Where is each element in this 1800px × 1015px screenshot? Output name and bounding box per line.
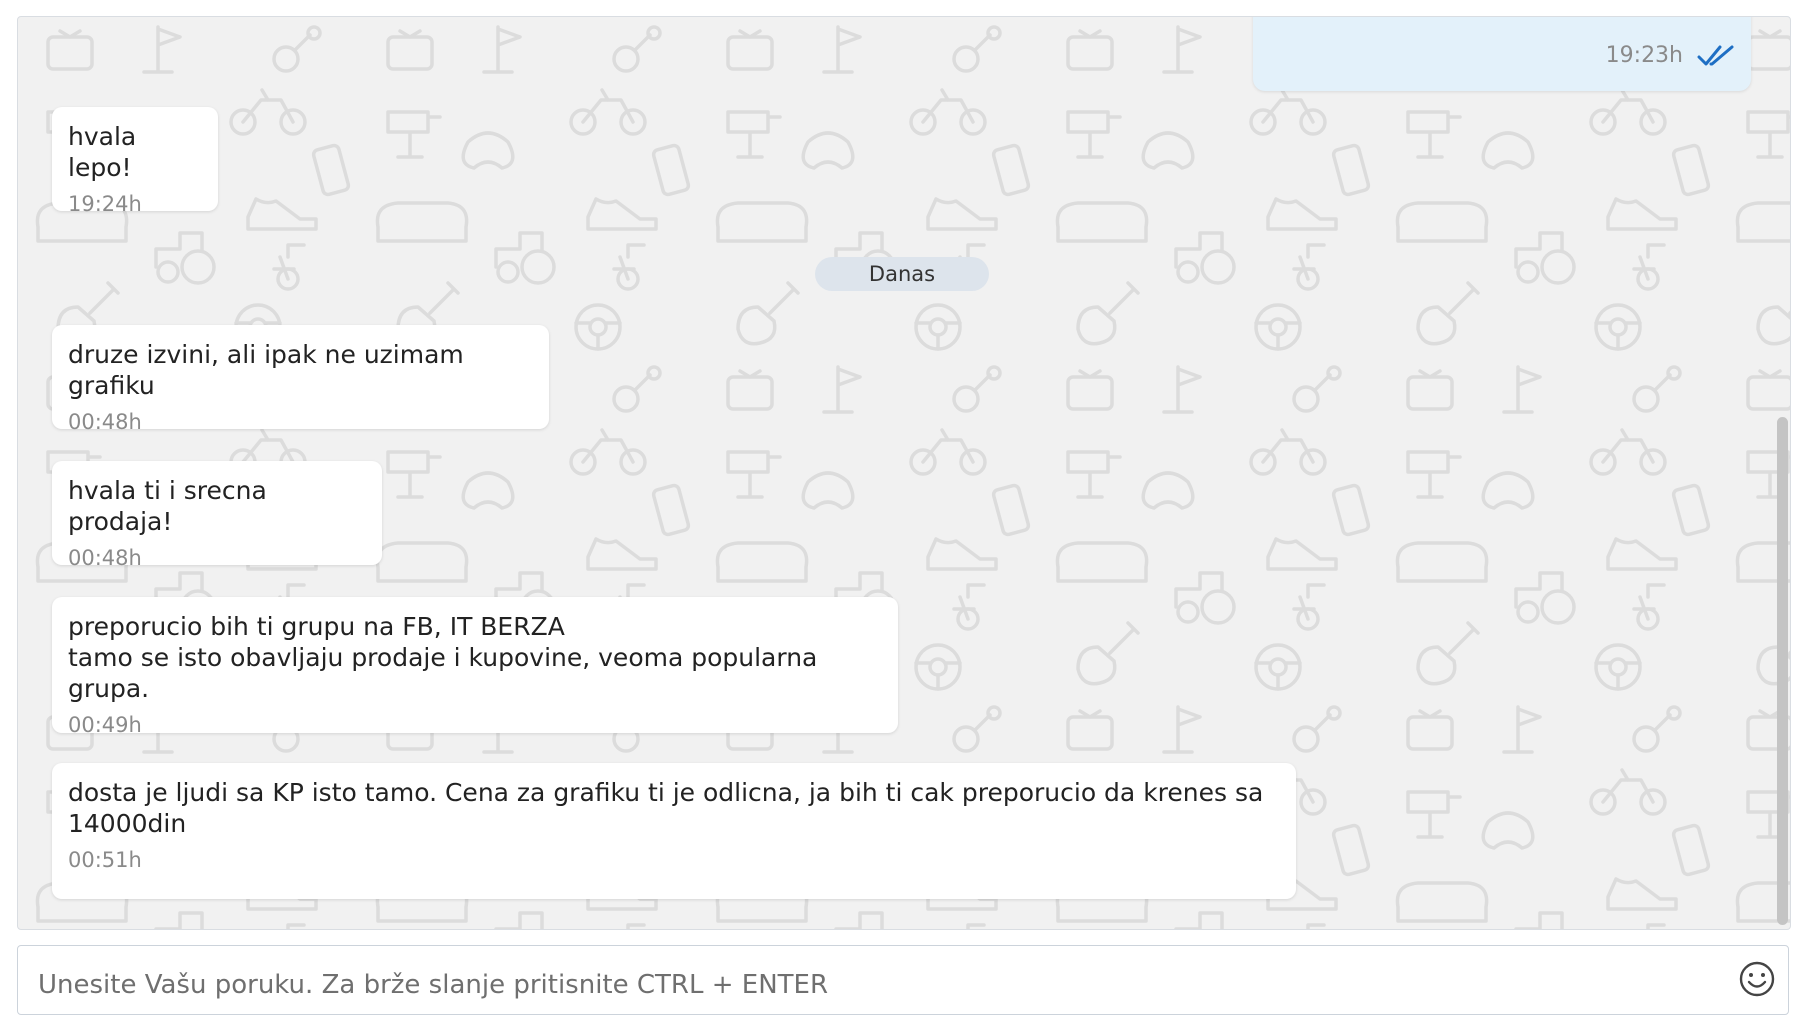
- received-message-bubble: hvala lepo! 19:24h: [52, 107, 218, 216]
- message-time: 00:49h: [68, 713, 142, 737]
- day-separator: Danas: [815, 257, 989, 291]
- message-text: dosta je ljudi sa KP isto tamo. Cena za …: [68, 778, 1264, 838]
- message-time: 00:48h: [68, 546, 142, 570]
- received-message-bubble: hvala ti i srecna prodaja! 00:48h: [52, 461, 382, 570]
- message-time: 19:24h: [68, 192, 142, 216]
- message-input[interactable]: [36, 964, 1700, 1006]
- received-message-bubble: dosta je ljudi sa KP isto tamo. Cena za …: [52, 763, 1296, 899]
- message-text: preporucio bih ti grupu na FB, IT BERZA …: [68, 612, 818, 703]
- message-time: 00:48h: [68, 410, 142, 434]
- message-time: 19:23h: [1605, 43, 1683, 68]
- chat-scrollbar[interactable]: [1777, 417, 1788, 925]
- message-text: hvala lepo!: [68, 122, 137, 182]
- message-text: hvala ti i srecna prodaja!: [68, 476, 267, 536]
- received-message-bubble: druze izvini, ali ipak ne uzimam grafiku…: [52, 325, 549, 434]
- sent-message-bubble: 19:23h: [1253, 17, 1751, 91]
- double-check-read-icon: [1697, 45, 1734, 66]
- message-composer: [17, 945, 1789, 1015]
- chat-window: 19:23h hvala lepo! 19:24h Danas druze iz…: [17, 16, 1791, 930]
- message-text: druze izvini, ali ipak ne uzimam grafiku: [68, 340, 464, 400]
- message-time: 00:51h: [68, 848, 142, 872]
- smiley-icon[interactable]: [1738, 960, 1776, 998]
- received-message-bubble: preporucio bih ti grupu na FB, IT BERZA …: [52, 597, 898, 737]
